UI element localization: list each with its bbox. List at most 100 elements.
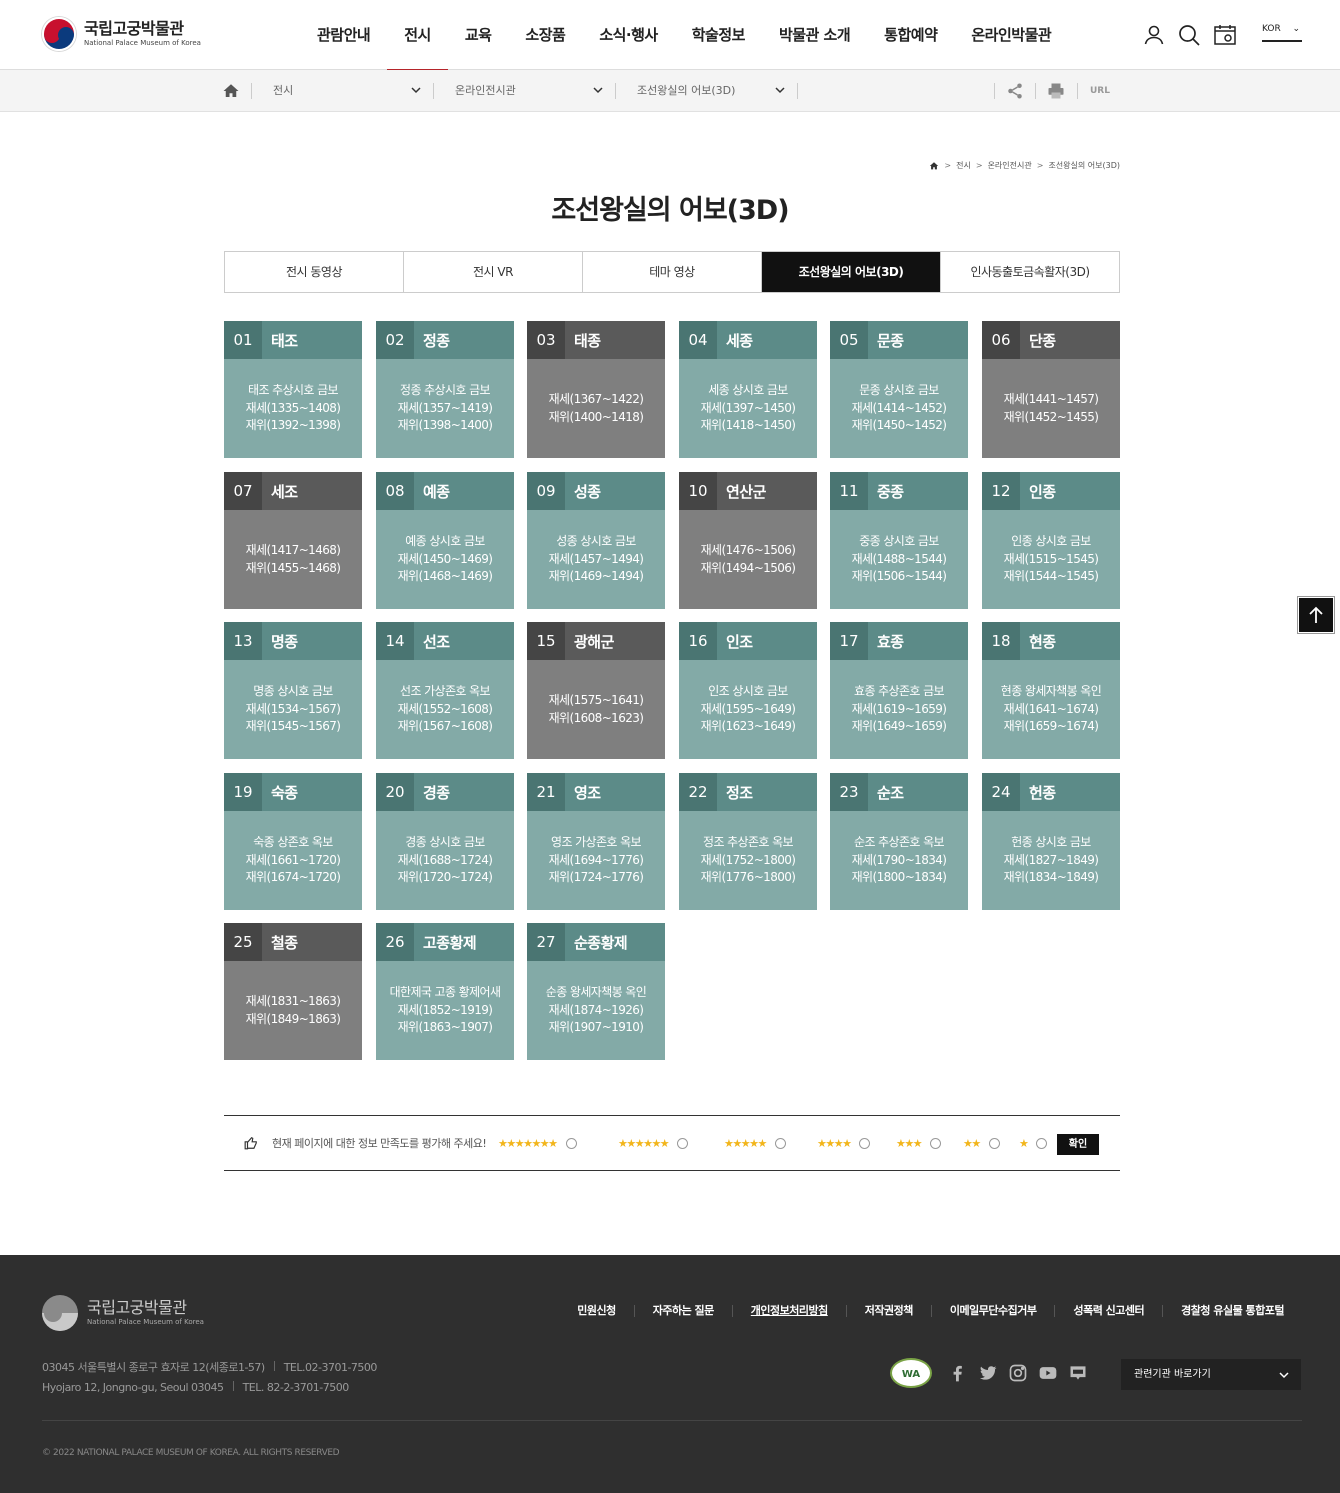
home-icon[interactable]	[929, 161, 939, 171]
location-depth3-select[interactable]: 조선왕실의 어보(3D)	[637, 70, 787, 112]
king-number: 05	[830, 321, 868, 359]
rating-option[interactable]: ★★★★	[817, 1137, 871, 1150]
survey-submit-button[interactable]: 확인	[1057, 1134, 1099, 1155]
copy-url-button[interactable]: URL	[1090, 70, 1110, 112]
royal-seal-card[interactable]: 02 정종 정종 추상시호 금보 재세(1357~1419) 재위(1398~1400)	[376, 321, 514, 458]
calendar-icon[interactable]	[1213, 23, 1237, 47]
site-logo[interactable]: 국립고궁박물관 National Palace Museum of Korea	[42, 17, 201, 51]
tab-item[interactable]: 전시 VR	[404, 252, 583, 292]
royal-seal-card[interactable]: 01 태조 태조 추상시호 금보 재세(1335~1408) 재위(1392~1398)	[224, 321, 362, 458]
family-site-select[interactable]: 관련기관 바로가기	[1121, 1359, 1301, 1390]
print-icon[interactable]	[1047, 82, 1065, 100]
tab-item[interactable]: 테마 영상	[583, 252, 762, 292]
nav-item[interactable]: 전시	[387, 0, 448, 71]
nav-item[interactable]: 소식·행사	[582, 0, 674, 70]
royal-seal-card[interactable]: 24 헌종 헌종 상시호 금보 재세(1827~1849) 재위(1834~1849)	[982, 773, 1120, 910]
home-icon[interactable]	[222, 82, 240, 100]
royal-seal-card[interactable]: 14 선조 선조 가상존호 옥보 재세(1552~1608) 재위(1567~1608)	[376, 622, 514, 759]
nav-item[interactable]: 소장품	[508, 0, 582, 70]
royal-seal-card[interactable]: 17 효종 효종 추상존호 금보 재세(1619~1659) 재위(1649~1659)	[830, 622, 968, 759]
rating-radio[interactable]	[565, 1138, 577, 1149]
nav-item[interactable]: 통합예약	[867, 0, 954, 70]
royal-seal-card[interactable]: 07 세조 재세(1417~1468) 재위(1455~1468)	[224, 472, 362, 609]
facebook-icon[interactable]	[948, 1363, 968, 1383]
scroll-top-button[interactable]	[1298, 597, 1334, 633]
royal-seal-card[interactable]: 25 철종 재세(1831~1863) 재위(1849~1863)	[224, 923, 362, 1060]
card-line: 재위(1455~1468)	[245, 560, 341, 575]
rating-radio[interactable]	[859, 1138, 871, 1149]
rating-option[interactable]: ★★	[963, 1137, 1000, 1150]
location-depth2-select[interactable]: 온라인전시관	[455, 70, 605, 112]
location-depth1-select[interactable]: 전시	[273, 70, 423, 112]
rating-radio[interactable]	[677, 1138, 689, 1149]
rating-option[interactable]: ★★★★★★★	[498, 1137, 577, 1150]
royal-seal-card[interactable]: 27 순종황제 순종 왕세자책봉 옥인 재세(1874~1926) 재위(1907~19…	[527, 923, 665, 1060]
royal-seal-card[interactable]: 10 연산군 재세(1476~1506) 재위(1494~1506)	[679, 472, 817, 609]
rating-option[interactable]: ★★★	[896, 1137, 942, 1150]
breadcrumb-item[interactable]: 온라인전시관	[988, 160, 1032, 171]
royal-seal-card[interactable]: 13 명종 명종 상시호 금보 재세(1534~1567) 재위(1545~1567)	[224, 622, 362, 759]
language-select[interactable]: KOR ⌄	[1262, 24, 1302, 42]
web-accessibility-badge[interactable]: WA	[890, 1358, 932, 1388]
card-header: 03 태종	[527, 321, 665, 359]
royal-seal-card[interactable]: 23 순조 순조 추상존호 옥보 재세(1790~1834) 재위(1800~1834)	[830, 773, 968, 910]
footer-link[interactable]: 자주하는 질문	[633, 1305, 732, 1317]
footer-link[interactable]: 민원신청	[559, 1305, 633, 1317]
rating-radio[interactable]	[988, 1138, 1000, 1149]
tab-item[interactable]: 조선왕실의 어보(3D)	[762, 252, 941, 292]
royal-seal-card[interactable]: 08 예종 예종 상시호 금보 재세(1450~1469) 재위(1468~1469)	[376, 472, 514, 609]
royal-seal-card[interactable]: 22 정조 정조 추상존호 옥보 재세(1752~1800) 재위(1776~1800)	[679, 773, 817, 910]
royal-seal-card[interactable]: 20 경종 경종 상시호 금보 재세(1688~1724) 재위(1720~1724)	[376, 773, 514, 910]
king-name: 순종황제	[574, 933, 628, 952]
search-icon[interactable]	[1177, 23, 1201, 47]
royal-seal-card[interactable]: 21 영조 영조 가상존호 옥보 재세(1694~1776) 재위(1724~1776)	[527, 773, 665, 910]
rating-option[interactable]: ★★★★★	[724, 1137, 786, 1150]
nav-item[interactable]: 학술정보	[675, 0, 762, 70]
royal-seal-card[interactable]: 15 광해군 재세(1575~1641) 재위(1608~1623)	[527, 622, 665, 759]
card-line: 재위(1398~1400)	[397, 418, 493, 433]
footer-links: 민원신청 자주하는 질문 개인정보처리방침 저작권정책 이메일무단수집거부 성폭력 신고센…	[559, 1305, 1302, 1317]
twitter-icon[interactable]	[978, 1363, 998, 1383]
nav-item[interactable]: 온라인박물관	[954, 0, 1068, 70]
nav-item[interactable]: 박물관 소개	[762, 0, 867, 70]
rating-option[interactable]: ★	[1019, 1137, 1048, 1150]
footer-link[interactable]: 경찰청 유실물 통합포털	[1162, 1305, 1302, 1317]
royal-seal-card[interactable]: 26 고종황제 대한제국 고종 황제어새 재세(1852~1919) 재위(1863~1…	[376, 923, 514, 1060]
tab-item[interactable]: 전시 동영상	[225, 252, 404, 292]
royal-seal-card[interactable]: 04 세종 세종 상시호 금보 재세(1397~1450) 재위(1418~1450)	[679, 321, 817, 458]
user-icon[interactable]	[1142, 23, 1166, 47]
king-number: 19	[224, 773, 262, 811]
nav-item[interactable]: 관람안내	[300, 0, 387, 70]
royal-seal-card[interactable]: 03 태종 재세(1367~1422) 재위(1400~1418)	[527, 321, 665, 458]
blog-icon[interactable]	[1068, 1363, 1088, 1383]
royal-seal-card[interactable]: 05 문종 문종 상시호 금보 재세(1414~1452) 재위(1450~1452)	[830, 321, 968, 458]
card-line: 재세(1831~1863)	[245, 994, 341, 1008]
rating-radio[interactable]	[930, 1138, 942, 1149]
royal-seal-card[interactable]: 09 성종 성종 상시호 금보 재세(1457~1494) 재위(1469~1494)	[527, 472, 665, 609]
card-line: 숙종 상존호 옥보	[253, 835, 333, 850]
rating-radio[interactable]	[1036, 1138, 1048, 1149]
royal-seal-card[interactable]: 06 단종 재세(1441~1457) 재위(1452~1455)	[982, 321, 1120, 458]
king-name: 경종	[423, 783, 450, 802]
card-body: 정조 추상존호 옥보 재세(1752~1800) 재위(1776~1800)	[679, 811, 817, 910]
card-line: 재세(1367~1422)	[548, 392, 644, 406]
nav-item[interactable]: 교육	[448, 0, 509, 70]
footer-link[interactable]: 개인정보처리방침	[731, 1305, 846, 1317]
royal-seal-card[interactable]: 12 인종 인종 상시호 금보 재세(1515~1545) 재위(1544~1545)	[982, 472, 1120, 609]
rating-option[interactable]: ★★★★★★	[618, 1137, 689, 1150]
footer-link[interactable]: 저작권정책	[845, 1305, 931, 1317]
royal-seal-card[interactable]: 18 현종 현종 왕세자책봉 옥인 재세(1641~1674) 재위(1659~1674…	[982, 622, 1120, 759]
rating-radio[interactable]	[774, 1138, 786, 1149]
footer-link[interactable]: 이메일무단수집거부	[930, 1305, 1055, 1317]
breadcrumb-item[interactable]: 전시	[956, 160, 971, 171]
royal-seal-card[interactable]: 19 숙종 숙종 상존호 옥보 재세(1661~1720) 재위(1674~1720)	[224, 773, 362, 910]
share-icon[interactable]	[1006, 82, 1024, 100]
youtube-icon[interactable]	[1038, 1363, 1058, 1383]
instagram-icon[interactable]	[1008, 1363, 1028, 1383]
card-header: 13 명종	[224, 622, 362, 660]
king-number: 25	[224, 923, 262, 961]
footer-link[interactable]: 성폭력 신고센터	[1054, 1305, 1162, 1317]
royal-seal-card[interactable]: 16 인조 인조 상시호 금보 재세(1595~1649) 재위(1623~1649)	[679, 622, 817, 759]
tab-item[interactable]: 인사동출토금속활자(3D)	[941, 252, 1119, 292]
royal-seal-card[interactable]: 11 중종 중종 상시호 금보 재세(1488~1544) 재위(1506~1544)	[830, 472, 968, 609]
